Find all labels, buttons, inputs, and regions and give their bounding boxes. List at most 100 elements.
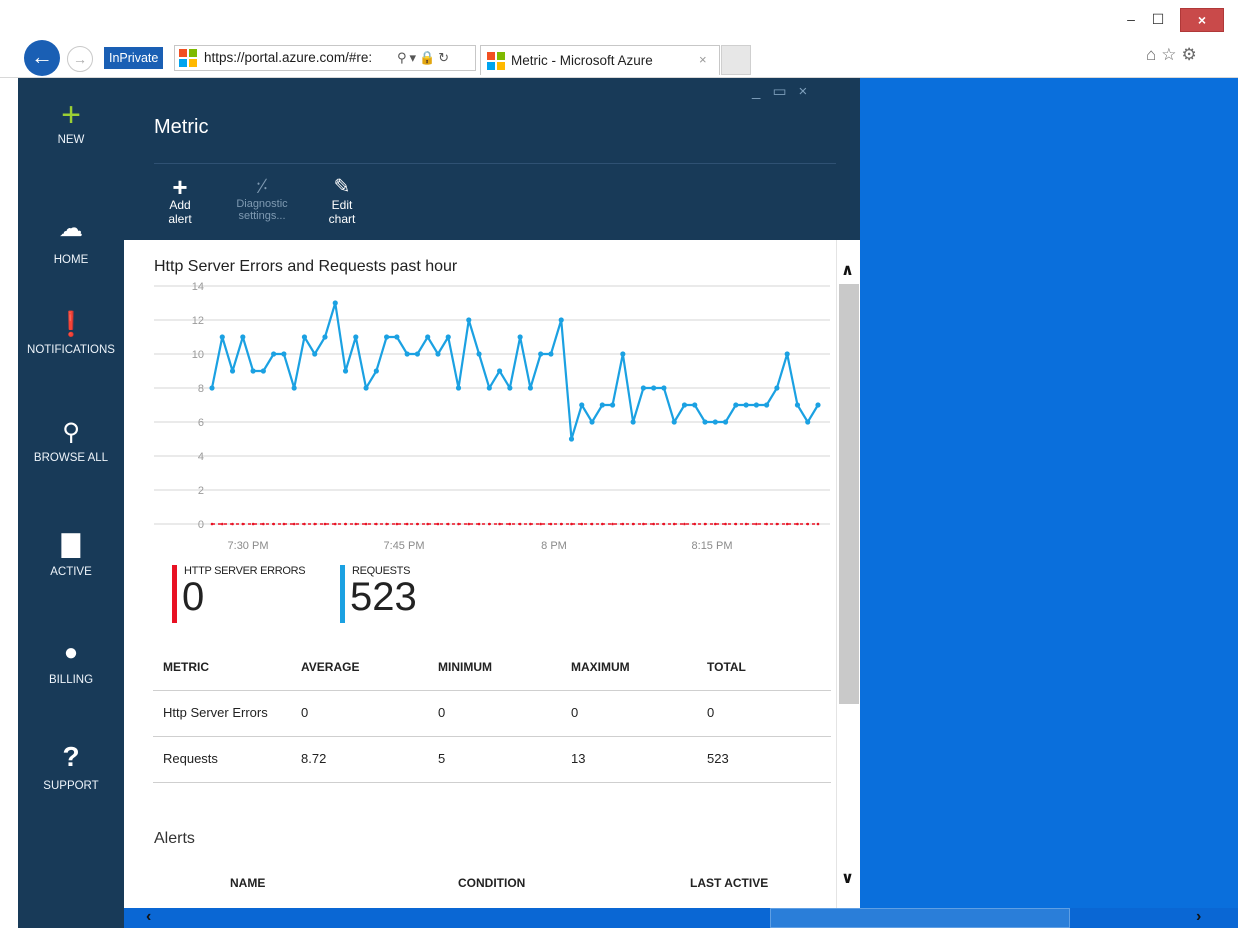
nav-item-billing[interactable]: ● BILLING xyxy=(18,638,124,686)
back-arrow-icon[interactable]: ← xyxy=(24,40,60,76)
requests-data-point xyxy=(291,385,297,391)
diagnostic-settings-button[interactable]: ⸓ Diagnostic settings... xyxy=(232,176,292,222)
errors-data-point xyxy=(806,522,810,526)
requests-data-point xyxy=(353,334,359,340)
requests-data-point xyxy=(229,368,236,374)
errors-data-point xyxy=(446,522,450,526)
scroll-right-icon[interactable]: › xyxy=(1196,908,1201,926)
horizontal-scrollbar-thumb[interactable] xyxy=(770,908,1070,928)
errors-data-point xyxy=(703,522,707,526)
nav-label: SUPPORT xyxy=(43,780,99,792)
y-tick-label: 6 xyxy=(198,417,204,429)
errors-data-point xyxy=(313,522,317,526)
errors-data-point xyxy=(775,522,779,526)
home-icon[interactable]: ⌂ xyxy=(1146,45,1161,64)
nav-item-new[interactable]: + NEW xyxy=(18,98,124,146)
table-header: AVERAGE xyxy=(301,660,360,674)
requests-data-point xyxy=(240,334,246,340)
errors-data-point xyxy=(303,522,306,526)
requests-data-point xyxy=(404,351,410,357)
errors-data-point xyxy=(488,522,491,526)
requests-data-point xyxy=(784,351,790,357)
alerts-column-last-active: LAST ACTIVE xyxy=(690,876,769,890)
chart-title: Http Server Errors and Requests past hou… xyxy=(154,258,458,275)
errors-data-point xyxy=(272,522,275,526)
requests-data-point xyxy=(219,334,225,340)
requests-data-point xyxy=(743,402,749,408)
scrollbar-thumb[interactable] xyxy=(839,284,859,704)
errors-data-point xyxy=(231,522,234,526)
table-header-row: METRIC AVERAGE MINIMUM MAXIMUM TOTAL xyxy=(153,646,831,691)
vertical-scrollbar[interactable]: ∧ ∨ xyxy=(836,240,860,908)
table-cell: Http Server Errors xyxy=(163,705,268,720)
x-tick-label: 7:45 PM xyxy=(384,540,425,552)
nav-label: BROWSE ALL xyxy=(33,452,109,464)
favorites-star-icon[interactable]: ☆ xyxy=(1161,45,1181,64)
errors-data-point xyxy=(282,522,286,526)
edit-chart-button[interactable]: ✎ Edit chart xyxy=(318,176,366,226)
minimize-icon[interactable]: – xyxy=(1120,8,1142,32)
add-alert-button[interactable]: + Add alert xyxy=(158,174,202,226)
errors-data-point xyxy=(364,522,368,526)
tab-close-icon[interactable]: × xyxy=(699,52,707,67)
browser-tab[interactable]: Metric - Microsoft Azure × xyxy=(480,45,720,75)
new-tab-button[interactable] xyxy=(721,45,751,75)
table-cell: 0 xyxy=(301,705,309,720)
errors-data-point xyxy=(601,522,604,526)
requests-data-point xyxy=(455,385,462,391)
blade-minimize-icon[interactable]: _ xyxy=(752,83,772,100)
blade-close-icon[interactable]: × xyxy=(799,83,820,100)
requests-data-point xyxy=(640,385,646,391)
close-icon[interactable]: × xyxy=(1180,8,1224,32)
scroll-left-icon[interactable]: ‹ xyxy=(146,908,151,926)
forward-arrow-icon[interactable]: → xyxy=(67,46,93,72)
nav-item-support[interactable]: ? SUPPORT xyxy=(18,741,124,793)
requests-data-point xyxy=(271,351,277,357)
errors-data-point xyxy=(529,522,532,526)
dropdown-icon[interactable]: ▾ xyxy=(410,50,420,65)
nav-item-notifications[interactable]: ❗ NOTIFICATIONS xyxy=(18,310,124,356)
question-icon: ? xyxy=(62,741,80,772)
requests-data-point xyxy=(681,402,688,408)
table-cell: 5 xyxy=(438,751,446,766)
horizontal-scrollbar[interactable]: ‹ › xyxy=(124,908,1238,928)
blade-window-controls: _▭× xyxy=(752,82,819,100)
tab-title: Metric - Microsoft Azure xyxy=(511,53,653,68)
table-row[interactable]: Http Server Errors 0 0 0 0 xyxy=(153,691,831,737)
table-row[interactable]: Requests 8.72 5 13 523 xyxy=(153,737,831,783)
errors-summary-card[interactable]: HTTP SERVER ERRORS 0 xyxy=(172,565,322,623)
y-tick-label: 10 xyxy=(192,349,204,361)
requests-data-point xyxy=(568,436,575,442)
requests-summary-card[interactable]: REQUESTS 523 xyxy=(340,565,460,623)
metric-chart[interactable]: 0 2 4 6 8 10 12 14 7:30 PM 7:45 PM 8 PM 8:15 PM xyxy=(124,280,836,570)
nav-item-home[interactable]: ☁ HOME xyxy=(18,214,124,266)
errors-data-point xyxy=(436,522,440,526)
errors-data-point xyxy=(477,522,481,526)
requests-data-point xyxy=(548,351,554,357)
errors-data-point xyxy=(642,522,645,526)
nav-item-browse-all[interactable]: ⚲ BROWSE ALL xyxy=(18,418,124,464)
errors-data-point xyxy=(590,522,594,526)
refresh-icon[interactable]: ↻ xyxy=(438,50,452,65)
requests-data-point xyxy=(764,402,770,408)
errors-data-point xyxy=(292,522,296,526)
requests-summary-value: 523 xyxy=(350,575,417,619)
address-bar[interactable]: https://portal.azure.com/#re: ⚲▾🔒↻ xyxy=(174,45,476,71)
maximize-icon[interactable]: ☐ xyxy=(1146,8,1170,32)
scroll-up-icon[interactable]: ∧ xyxy=(841,260,854,280)
errors-data-point xyxy=(344,522,347,526)
table-cell: 8.72 xyxy=(301,751,327,766)
errors-data-point xyxy=(323,522,327,526)
requests-data-point xyxy=(630,419,636,425)
requests-data-point xyxy=(260,368,266,374)
errors-data-point xyxy=(251,522,255,526)
errors-data-point xyxy=(570,522,573,526)
nav-item-active[interactable]: ▇ ACTIVE xyxy=(18,530,124,578)
address-url[interactable]: https://portal.azure.com/#re: xyxy=(204,46,394,70)
scroll-down-icon[interactable]: ∨ xyxy=(841,868,854,888)
settings-gear-icon[interactable]: ⚙ xyxy=(1182,45,1202,64)
errors-data-point xyxy=(210,522,214,526)
search-icon[interactable]: ⚲ xyxy=(397,50,410,65)
address-tools[interactable]: ⚲▾🔒↻ xyxy=(397,46,473,70)
blade-maximize-icon[interactable]: ▭ xyxy=(772,83,798,100)
